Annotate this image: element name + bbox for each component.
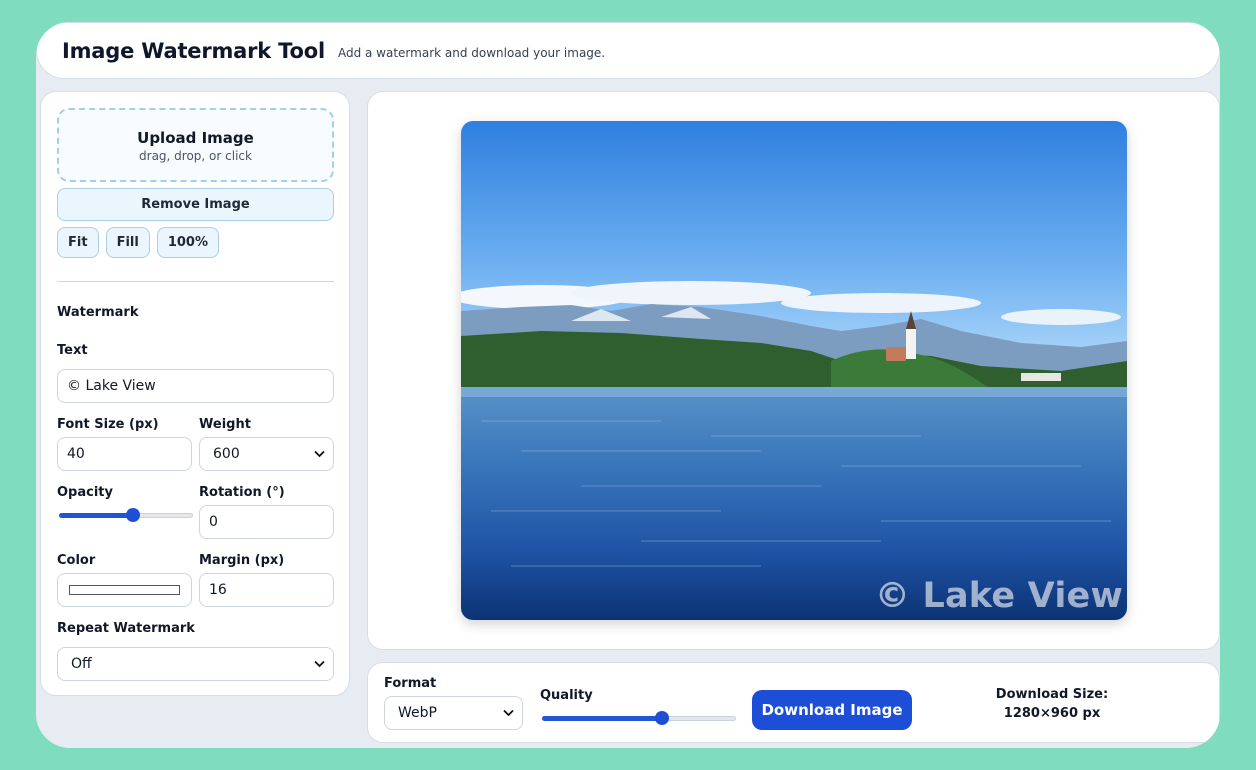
color-swatch	[69, 585, 180, 595]
lake-photo	[461, 121, 1127, 620]
app-subtitle: Add a watermark and download your image.	[337, 46, 606, 60]
settings-sidebar: Upload Image drag, drop, or click Remove…	[40, 91, 350, 696]
watermark-overlay: © Lake View	[874, 576, 1123, 616]
app-window: Image Watermark Tool Add a watermark and…	[36, 22, 1220, 748]
rotation-input[interactable]: 0	[199, 505, 334, 539]
slider-thumb[interactable]	[655, 711, 670, 725]
font-size-label: Font Size (px)	[57, 417, 159, 432]
weight-value: 600	[213, 446, 240, 462]
opacity-slider[interactable]	[59, 507, 193, 523]
watermark-section-title: Watermark	[57, 305, 139, 320]
rotation-value: 0	[209, 514, 218, 530]
opacity-label: Opacity	[57, 485, 113, 500]
download-image-button[interactable]: Download Image	[752, 690, 912, 730]
rotation-label: Rotation (°)	[199, 485, 285, 500]
upload-title: Upload Image	[137, 129, 254, 147]
repeat-label: Repeat Watermark	[57, 621, 195, 636]
quality-label: Quality	[540, 688, 593, 703]
quality-slider[interactable]	[542, 710, 736, 726]
header: Image Watermark Tool Add a watermark and…	[36, 22, 1220, 79]
upload-dropzone[interactable]: Upload Image drag, drop, or click	[57, 108, 334, 182]
chevron-down-icon	[503, 707, 514, 720]
repeat-select[interactable]: Off	[57, 647, 334, 681]
weight-select[interactable]: 600	[199, 437, 334, 471]
font-size-value: 40	[67, 446, 85, 462]
repeat-value: Off	[71, 656, 92, 672]
slider-thumb[interactable]	[125, 508, 140, 522]
format-label: Format	[384, 676, 437, 691]
fill-button[interactable]: Fill	[105, 227, 150, 258]
margin-label: Margin (px)	[199, 553, 285, 568]
download-size-label: Download Size:	[995, 687, 1109, 702]
color-label: Color	[57, 553, 96, 568]
divider	[57, 281, 334, 282]
font-size-input[interactable]: 40	[57, 437, 192, 471]
format-select[interactable]: WebP	[384, 696, 523, 730]
fit-button[interactable]: Fit	[57, 227, 99, 258]
preview-image: © Lake View	[461, 121, 1127, 620]
chevron-down-icon	[314, 658, 325, 671]
text-label: Text	[57, 343, 88, 358]
download-size: Download Size: 1280×960 px	[962, 685, 1142, 723]
weight-label: Weight	[199, 417, 251, 432]
format-value: WebP	[398, 705, 437, 721]
margin-input[interactable]: 16	[199, 573, 334, 607]
margin-value: 16	[209, 582, 227, 598]
slider-fill	[542, 716, 663, 721]
upload-hint: drag, drop, or click	[139, 149, 252, 163]
watermark-text-input[interactable]: © Lake View	[57, 369, 334, 403]
actual-size-button[interactable]: 100%	[156, 227, 219, 258]
slider-fill	[59, 513, 133, 518]
export-bar: Format WebP Quality Download Image Downl…	[367, 662, 1220, 743]
color-picker[interactable]	[57, 573, 192, 607]
remove-image-button[interactable]: Remove Image	[57, 188, 334, 221]
preview-panel: © Lake View	[367, 91, 1220, 650]
watermark-text-value: © Lake View	[67, 378, 156, 394]
app-title: Image Watermark Tool	[62, 38, 325, 63]
download-size-value: 1280×960 px	[1003, 706, 1101, 721]
zoom-controls: Fit Fill 100%	[57, 227, 219, 258]
chevron-down-icon	[314, 448, 325, 461]
